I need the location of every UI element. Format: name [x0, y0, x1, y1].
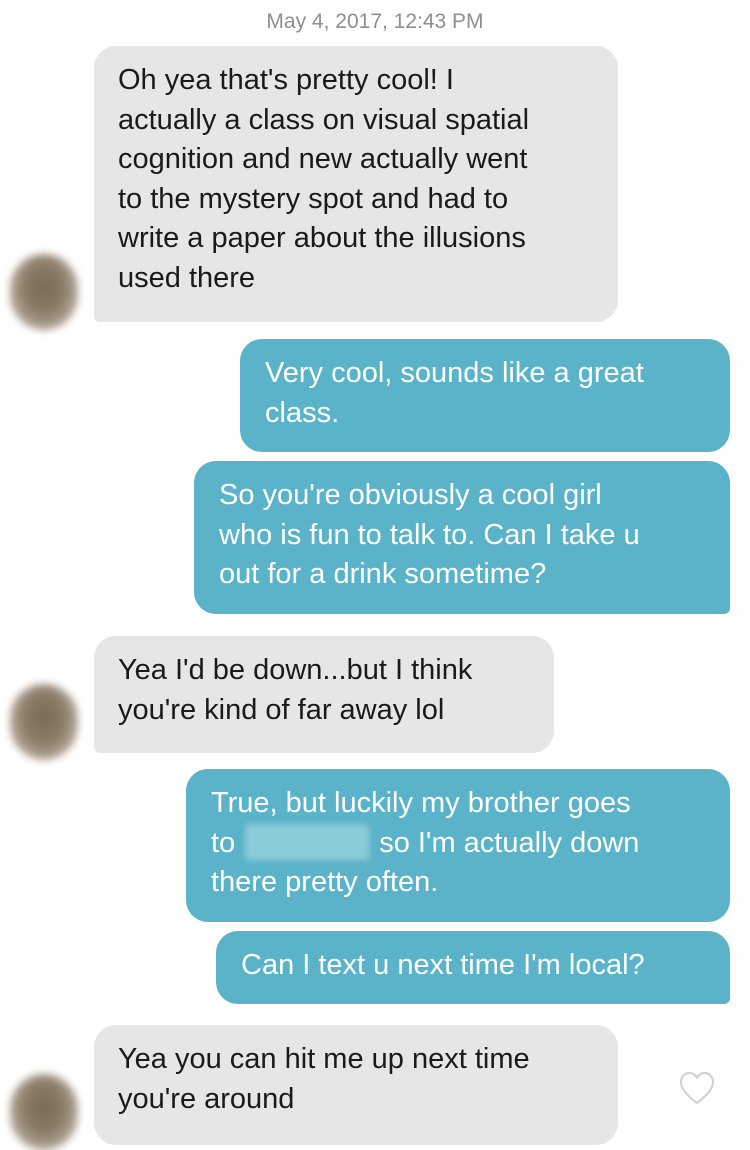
- incoming-message-bubble[interactable]: Oh yea that's pretty cool! I actually a …: [94, 46, 618, 322]
- message-text-line: to the mystery spot and had to: [118, 182, 509, 215]
- message-text-line: True, but luckily my brother goes: [211, 787, 631, 819]
- incoming-message-bubble[interactable]: Yea I'd be down...but I think you're kin…: [94, 636, 554, 753]
- outgoing-message-bubble[interactable]: Can I text u next time I'm local?: [216, 931, 730, 1004]
- heart-outline-icon[interactable]: [678, 1070, 716, 1106]
- message-text-line: you're kind of far away lol: [118, 693, 445, 726]
- message-text-line: used there: [118, 261, 256, 294]
- message-text-fragment: to: [211, 826, 236, 859]
- avatar[interactable]: [10, 1074, 78, 1150]
- redacted-text-block: [245, 823, 370, 860]
- message-text-line: actually a class on visual spatial: [118, 103, 530, 136]
- outgoing-message-bubble[interactable]: Very cool, sounds like a great class.: [240, 339, 730, 452]
- message-text-line: class.: [265, 396, 340, 429]
- message-text-line: write a paper about the illusions: [118, 222, 526, 254]
- message-text-line: Yea I'd be down...but I think: [118, 654, 473, 686]
- message-text-line: Can I text u next time I'm local?: [241, 949, 645, 981]
- message-text-line: So you're obviously a cool girl: [219, 479, 602, 511]
- incoming-message-bubble[interactable]: Yea you can hit me up next time you're a…: [94, 1025, 618, 1145]
- outgoing-message-bubble[interactable]: True, but luckily my brother goes to so I…: [186, 769, 730, 922]
- avatar[interactable]: [10, 254, 78, 330]
- message-text-line: out for a drink sometime?: [219, 558, 547, 590]
- message-text-line: who is fun to talk to. Can I take u: [219, 518, 640, 551]
- outgoing-message-bubble[interactable]: So you're obviously a cool girl who is f…: [194, 461, 730, 614]
- message-text-line: you're around: [118, 1082, 295, 1115]
- message-text-line: there pretty often.: [211, 866, 439, 898]
- message-text-line: cognition and new actually went: [118, 143, 528, 175]
- message-text-line-with-redaction: to so I'm actually down: [211, 823, 706, 864]
- message-text-fragment: so I'm actually down: [379, 826, 640, 859]
- avatar[interactable]: [10, 684, 78, 760]
- message-timestamp: May 4, 2017, 12:43 PM: [266, 10, 484, 33]
- message-text-line: Very cool, sounds like a great: [265, 357, 644, 389]
- message-text-line: Oh yea that's pretty cool! I: [118, 64, 454, 96]
- message-text-line: Yea you can hit me up next time: [118, 1043, 530, 1075]
